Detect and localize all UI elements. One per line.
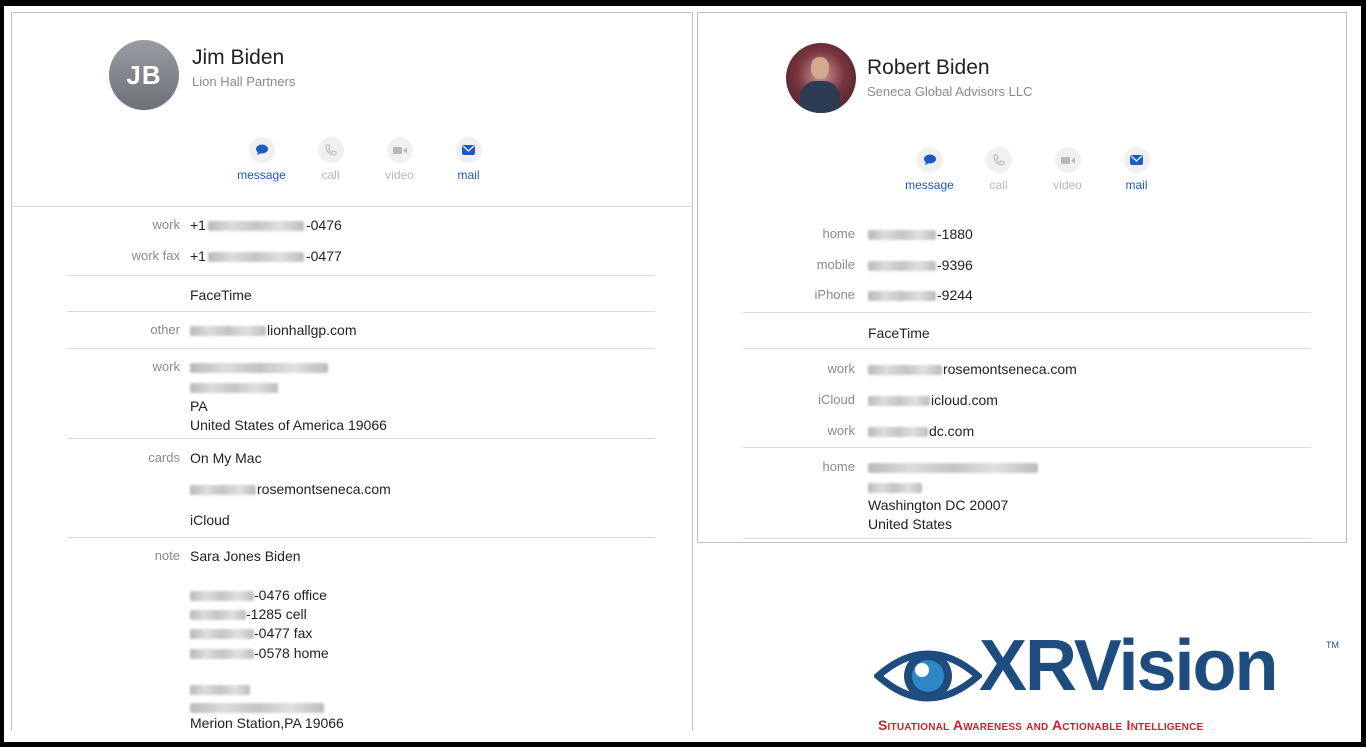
video-button[interactable]: video — [365, 137, 434, 182]
video-icon — [1054, 147, 1081, 173]
note-line: -0578 home — [190, 645, 329, 661]
contact-card-jim: JB Jim Biden Lion Hall Partners message … — [11, 12, 693, 731]
action-bar: message call video mail — [895, 147, 1171, 192]
video-button[interactable]: video — [1033, 147, 1102, 192]
facetime-row[interactable]: FaceTime — [868, 325, 930, 341]
mail-icon — [455, 137, 482, 163]
cards-email[interactable]: rosemontseneca.com — [190, 481, 391, 497]
phone-icon — [985, 147, 1012, 173]
note-address: Merion Station,PA 19066 — [190, 715, 344, 731]
cards-icloud: iCloud — [190, 512, 230, 528]
contact-company: Seneca Global Advisors LLC — [867, 84, 1033, 99]
facetime-row[interactable]: FaceTime — [190, 287, 252, 303]
contact-name: Robert Biden — [867, 56, 990, 79]
action-bar: message call video mail — [227, 137, 503, 182]
message-button[interactable]: message — [227, 137, 296, 182]
message-icon — [916, 147, 943, 173]
avatar-initials: JB — [109, 40, 179, 110]
avatar-photo — [786, 43, 856, 113]
note-line: -0476 office — [190, 587, 327, 603]
contact-company: Lion Hall Partners — [192, 74, 296, 89]
mail-icon — [1123, 147, 1150, 173]
call-button[interactable]: call — [964, 147, 1033, 192]
note-line: -1285 cell — [190, 606, 307, 622]
note-line: -0477 fax — [190, 625, 312, 641]
logo-tagline: Situational Awareness and Actionable Int… — [878, 717, 1204, 733]
mail-button[interactable]: mail — [434, 137, 503, 182]
eye-icon — [874, 650, 982, 702]
address-country: United States — [868, 516, 953, 532]
mail-button[interactable]: mail — [1102, 147, 1171, 192]
message-button[interactable]: message — [895, 147, 964, 192]
message-icon — [248, 137, 275, 163]
address-state: PA — [190, 398, 208, 414]
xrvision-logo: XRVision TM Situational Awareness and Ac… — [874, 630, 1344, 736]
header-divider — [12, 206, 692, 207]
address-country: United States of America 19066 — [190, 417, 387, 433]
contact-card-robert: Robert Biden Seneca Global Advisors LLC … — [697, 12, 1347, 543]
video-icon — [386, 137, 413, 163]
contact-name: Jim Biden — [192, 46, 285, 69]
call-button[interactable]: call — [296, 137, 365, 182]
phone-icon — [317, 137, 344, 163]
address-city: Washington DC 20007 — [868, 497, 1009, 513]
